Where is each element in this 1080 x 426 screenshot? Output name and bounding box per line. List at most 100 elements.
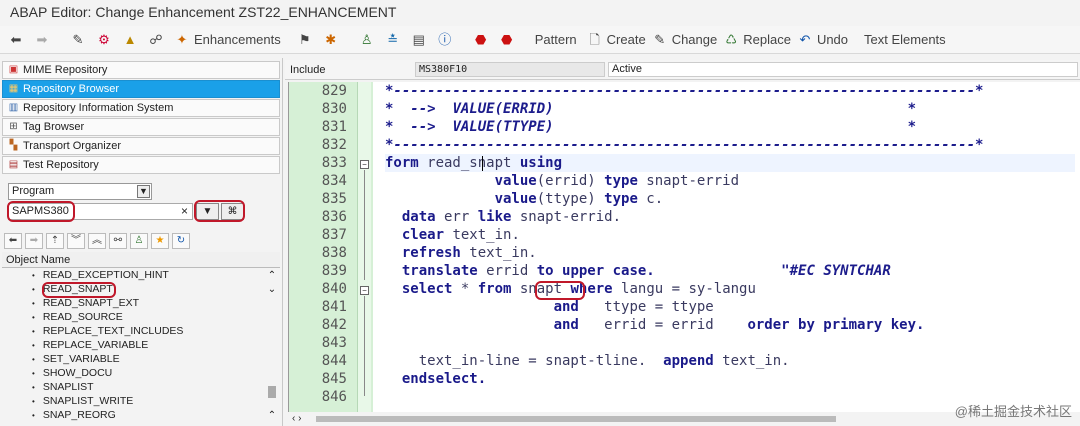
nav-transport-organizer[interactable]: ▚ Transport Organizer bbox=[2, 137, 280, 155]
nav-repository-browser[interactable]: ▦ Repository Browser bbox=[2, 80, 280, 98]
scroll-thumb[interactable] bbox=[268, 386, 276, 398]
nav-repository-information-system[interactable]: ▥ Repository Information System bbox=[2, 99, 280, 117]
scroll-left-icon[interactable]: ‹ bbox=[292, 413, 295, 424]
scroll-thumb[interactable] bbox=[316, 416, 836, 422]
check-button[interactable]: ⚙ bbox=[96, 29, 116, 51]
identifier: text_in-line = snapt-tline. bbox=[385, 353, 664, 369]
arrow-right-icon: ➡ bbox=[36, 31, 48, 47]
list-item[interactable]: READ_SOURCE bbox=[2, 310, 264, 324]
hierarchy-button[interactable]: ✱ bbox=[323, 29, 343, 51]
scroll-up-icon[interactable]: ⌃ bbox=[265, 410, 279, 424]
line-number: 844 bbox=[321, 353, 347, 369]
object-list-button[interactable]: ♙ bbox=[359, 29, 379, 51]
nav-test-repository[interactable]: ▤ Test Repository bbox=[2, 156, 280, 174]
comment-text: VALUE(TTYPE) bbox=[452, 119, 554, 135]
list-item[interactable]: SET_VARIABLE bbox=[2, 352, 264, 366]
nav-tag-browser[interactable]: ⊞ Tag Browser bbox=[2, 118, 280, 136]
list-item[interactable]: REPLACE_TEXT_INCLUDES bbox=[2, 324, 264, 338]
create-label: Create bbox=[606, 32, 646, 47]
info-button[interactable]: ⓘ bbox=[437, 29, 457, 51]
replace-button[interactable]: ♺ Replace bbox=[723, 29, 791, 51]
scroll-down-icon[interactable]: ⌄ bbox=[265, 284, 279, 298]
editor-horizontal-scrollbar[interactable]: ‹ › bbox=[288, 412, 888, 426]
clear-icon[interactable]: × bbox=[181, 204, 188, 219]
undo-icon: ↶ bbox=[799, 31, 811, 47]
text-elements-button[interactable]: Text Elements bbox=[864, 29, 946, 51]
favorites-icon[interactable]: ★ bbox=[151, 233, 169, 249]
line-number: 832 bbox=[321, 137, 347, 153]
tree-toolbar: ⬅ ➡ ⇡ ︾ ︽ ⚯ ♙ ★ ↻ bbox=[4, 233, 193, 249]
navigation-button[interactable]: ≛ bbox=[385, 29, 405, 51]
identifier: snapt-errid bbox=[637, 173, 740, 189]
program-name-value: SAPMS380 bbox=[12, 205, 69, 217]
enhancements-label: Enhancements bbox=[194, 32, 281, 47]
pattern-button[interactable]: Pattern bbox=[535, 29, 577, 51]
list-item[interactable]: SHOW_DOCU bbox=[2, 366, 264, 380]
breakpoint-button[interactable]: ⬣ bbox=[473, 29, 493, 51]
code-line: text_in-line = snapt-tline. append text_… bbox=[385, 352, 790, 370]
tree-scrollbar[interactable]: ⌃ ⌄ ⌃ bbox=[265, 270, 279, 426]
window-title: ABAP Editor: Change Enhancement ZST22_EN… bbox=[0, 0, 1080, 24]
refresh-icon[interactable]: ↻ bbox=[172, 233, 190, 249]
undo-button[interactable]: ↶ Undo bbox=[797, 29, 848, 51]
forward-button[interactable]: ➡ bbox=[34, 29, 54, 51]
code-editor[interactable]: 829 830 831 832 833 834 835 836 837 838 … bbox=[288, 82, 1080, 412]
comment-text: *---------------------------------------… bbox=[385, 137, 984, 153]
expand-all-icon[interactable]: ︽ bbox=[88, 233, 106, 249]
keyword: select bbox=[385, 281, 453, 297]
collapse-form-icon[interactable]: − bbox=[360, 160, 369, 169]
scroll-up-icon[interactable]: ⌃ bbox=[265, 270, 279, 284]
list-item[interactable]: READ_EXCEPTION_HINT bbox=[2, 268, 264, 282]
list-item[interactable]: REPLACE_VARIABLE bbox=[2, 338, 264, 352]
identifier: snapt bbox=[511, 281, 571, 297]
navigation-panel: ▣ MIME Repository ▦ Repository Browser ▥ Re… bbox=[0, 58, 283, 426]
document-icon: 🗋 bbox=[589, 31, 600, 47]
list-item[interactable]: READ_SNAPT_EXT bbox=[2, 296, 264, 310]
line-number: 843 bbox=[321, 335, 347, 351]
keyword: to upper case. bbox=[536, 263, 655, 279]
previous-object-icon[interactable]: ⬅ bbox=[4, 233, 22, 249]
line-number: 840 bbox=[321, 281, 347, 297]
change-button[interactable]: ✎ Change bbox=[652, 29, 717, 51]
identifier: err bbox=[435, 209, 478, 225]
line-number: 845 bbox=[321, 371, 347, 387]
list-item[interactable]: READ_SNAPT bbox=[2, 282, 264, 296]
keyword: form bbox=[385, 155, 419, 171]
identifier: text_in. bbox=[713, 353, 790, 369]
display-button[interactable]: ⌘ bbox=[221, 203, 244, 220]
list-item[interactable]: SNAPLIST bbox=[2, 380, 264, 394]
history-dropdown-button[interactable]: ▼ bbox=[196, 203, 219, 220]
display-change-button[interactable]: ✎ bbox=[70, 29, 90, 51]
display-object-button[interactable]: ▤ bbox=[411, 29, 431, 51]
chevron-down-icon[interactable]: ▼ bbox=[137, 185, 150, 198]
fold-line bbox=[364, 296, 365, 396]
nav-label: MIME Repository bbox=[23, 64, 108, 76]
enhancements-button[interactable]: ✦ Enhancements bbox=[174, 29, 281, 51]
next-object-icon[interactable]: ➡ bbox=[25, 233, 43, 249]
test-button[interactable]: ☍ bbox=[148, 29, 168, 51]
hierarchy-icon[interactable]: ♙ bbox=[130, 233, 148, 249]
create-button[interactable]: 🗋 Create bbox=[587, 29, 646, 51]
keyword: value bbox=[385, 173, 537, 189]
nav-mime-repository[interactable]: ▣ MIME Repository bbox=[2, 61, 280, 79]
collapse-all-icon[interactable]: ︾ bbox=[67, 233, 85, 249]
list-item[interactable]: SNAP_REORG bbox=[2, 408, 264, 422]
external-breakpoint-button[interactable]: ⬣ bbox=[499, 29, 519, 51]
object-type-select[interactable]: Program ▼ bbox=[8, 183, 152, 200]
list-item[interactable]: SNAPLIST_WRITE bbox=[2, 394, 264, 408]
mime-icon: ▣ bbox=[8, 64, 19, 75]
object-tree: READ_EXCEPTION_HINT READ_SNAPT READ_SNAP… bbox=[2, 268, 264, 422]
activate-button[interactable]: ▲ bbox=[122, 29, 142, 51]
collapse-select-icon[interactable]: − bbox=[360, 286, 369, 295]
back-button[interactable]: ⬅ bbox=[8, 29, 28, 51]
program-name-input[interactable]: SAPMS380 × bbox=[8, 203, 193, 220]
editor-info-bar: Include MS380F10 Active bbox=[285, 60, 1080, 80]
scroll-right-icon[interactable]: › bbox=[298, 413, 301, 424]
up-icon[interactable]: ⇡ bbox=[46, 233, 64, 249]
comment-text: * bbox=[553, 119, 917, 135]
pencil-icon: ✎ bbox=[654, 31, 666, 47]
where-used-button[interactable]: ⚑ bbox=[297, 29, 317, 51]
line-number: 831 bbox=[321, 119, 347, 135]
binoculars-icon[interactable]: ⚯ bbox=[109, 233, 127, 249]
nav-label: Test Repository bbox=[23, 159, 99, 171]
